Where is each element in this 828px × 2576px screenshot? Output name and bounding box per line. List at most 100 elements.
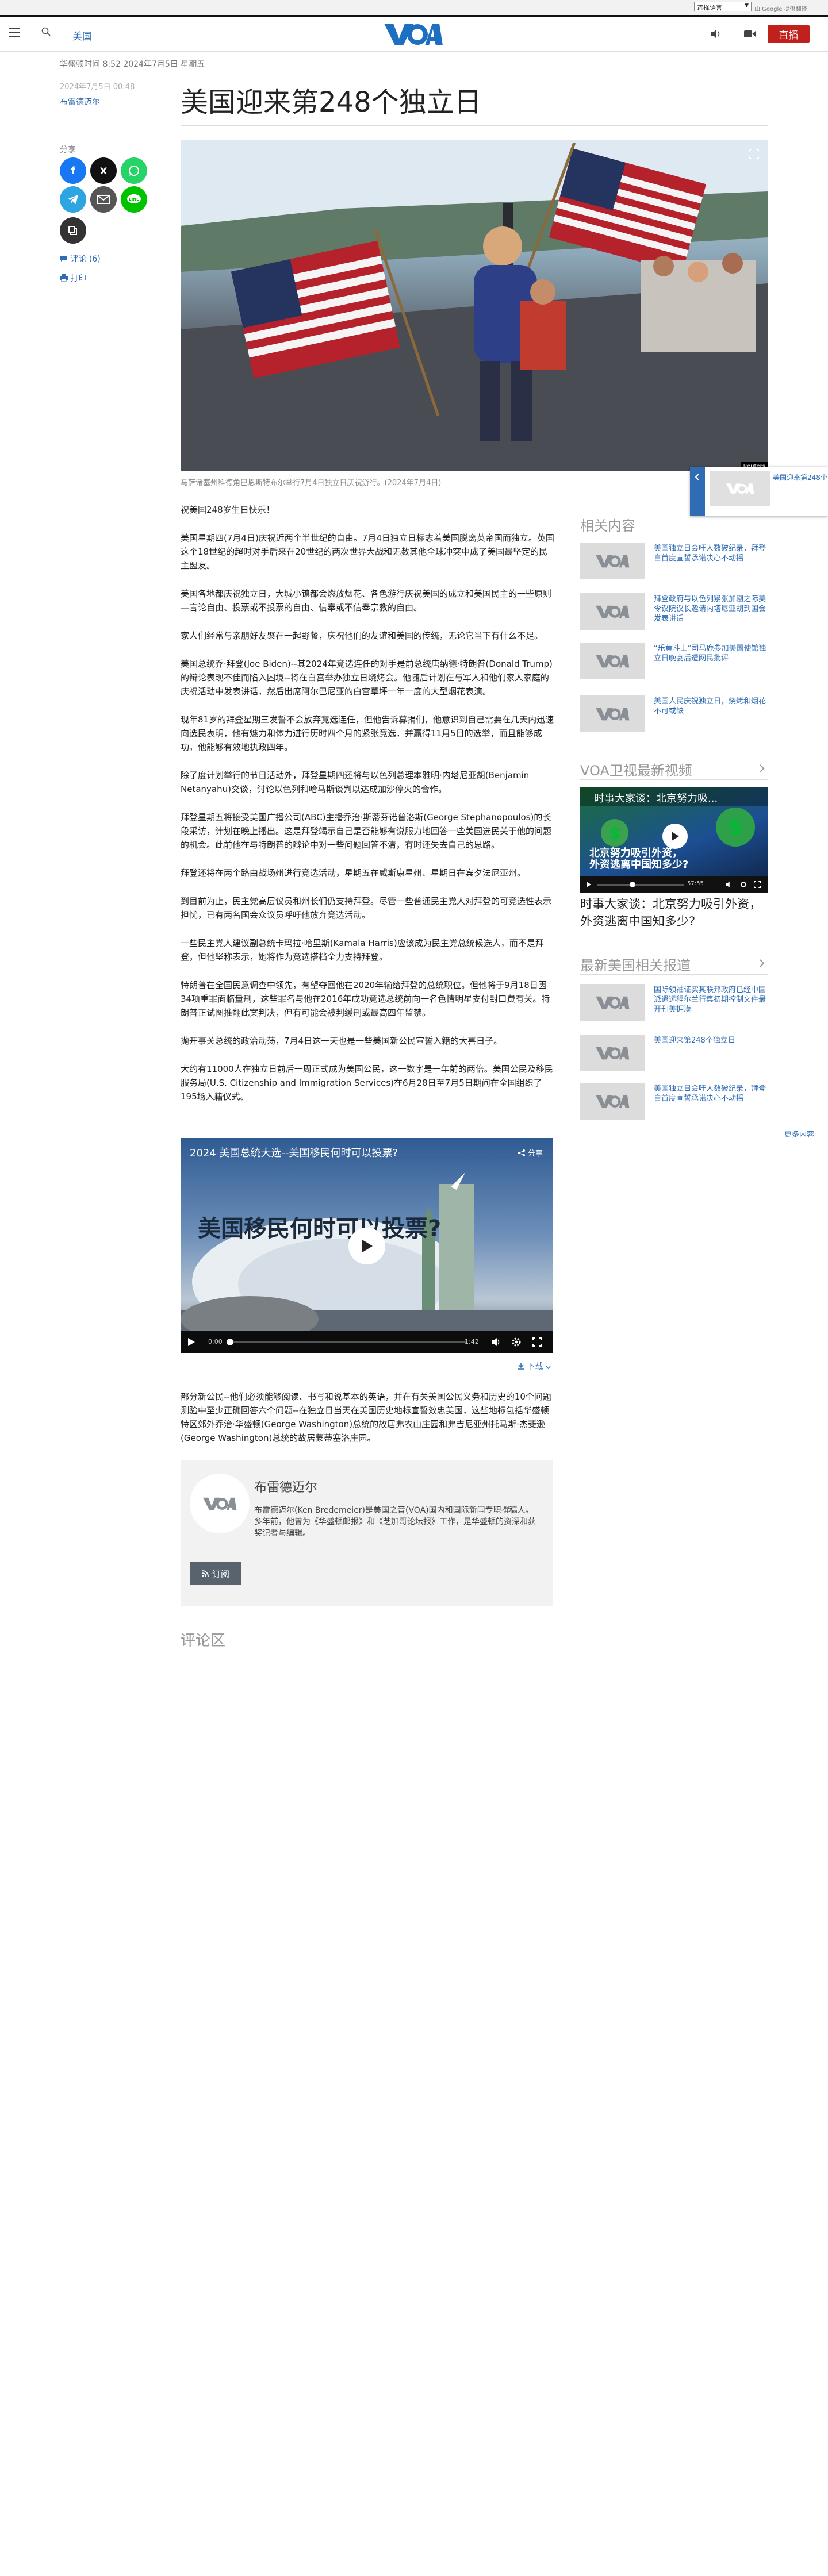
translate-bar: 选择语言 ▼ 由 Google 提供翻译 [0, 0, 828, 17]
floating-article-card[interactable]: 美国迎来第248个 [690, 467, 828, 516]
line-share-button[interactable]: LINE [121, 186, 147, 213]
copy-icon [68, 226, 77, 235]
video-play-button[interactable] [662, 824, 688, 849]
latest-item[interactable]: 美国独立日会吁人数破纪录，拜登自首度宣誓承诺决心不动摇 [654, 1084, 769, 1104]
sidebar-video-overlay: 北京努力吸引外资， 外资逃离中国知多少? [589, 848, 688, 871]
video-icon[interactable] [743, 29, 756, 39]
chevron-right-icon[interactable] [759, 764, 765, 772]
video-controls: 0:00 1:42 [181, 1331, 553, 1353]
chevron-right-icon[interactable] [759, 959, 765, 967]
fullscreen-icon[interactable] [754, 881, 761, 888]
paragraph: 现年81岁的拜登星期三发誓不会放弃竞选连任，但他告诉募捐们，他意识到自己需要在几… [181, 714, 554, 752]
related-item[interactable]: 拜登政府与以色列紧张加剧之际美令议院议长邀请内塔尼亚胡到国会发表讲话 [654, 594, 769, 624]
latest-section-title[interactable]: 最新美国相关报道 [580, 954, 691, 974]
video-share-button[interactable]: 分享 [518, 1147, 543, 1158]
volume-icon[interactable] [491, 1337, 501, 1347]
related-thumb[interactable] [580, 593, 645, 630]
comments-link[interactable]: 评论 (6) [60, 253, 101, 264]
voa-logo[interactable] [383, 21, 443, 47]
more-link[interactable]: 更多内容 [784, 1128, 814, 1139]
download-icon [518, 1363, 524, 1370]
search-icon[interactable] [41, 27, 51, 36]
author-card-name[interactable]: 布雷德迈尔 [254, 1477, 317, 1495]
play-icon[interactable] [187, 1337, 195, 1347]
meta-date: 华盛顿时间 8:52 2024年7月5日 星期五 [60, 60, 205, 69]
video-progress-handle[interactable] [630, 882, 635, 887]
telegram-share-button[interactable] [60, 186, 86, 213]
menu-icon[interactable] [9, 28, 20, 37]
sidebar-video-banner: 时事大家谈：北京努力吸... [580, 787, 768, 806]
paragraph: 祝美国248岁生日快乐！ [181, 505, 275, 515]
page-title: 美国迎来第248个独立日 [181, 86, 482, 118]
related-thumb[interactable] [580, 643, 645, 679]
svg-text:$: $ [609, 824, 620, 843]
volume-icon[interactable] [725, 881, 733, 888]
video-play-button[interactable] [348, 1228, 385, 1264]
section-link-usa[interactable]: 美国 [72, 28, 92, 43]
settings-icon[interactable] [512, 1337, 521, 1347]
video-title: 2024 美国总统大选--美国移民何时可以投票? [190, 1147, 398, 1159]
copy-link-button[interactable] [60, 217, 86, 244]
arrow-left-icon [695, 474, 699, 480]
print-link-label: 打印 [70, 274, 87, 283]
x-share-button[interactable]: X [90, 157, 117, 184]
float-card-accent [690, 467, 705, 516]
video-section-title[interactable]: VOA卫视最新视频 [580, 759, 692, 779]
site-header: 美国 直播 [0, 17, 828, 52]
email-share-button[interactable] [90, 186, 117, 213]
play-icon [362, 1240, 373, 1252]
download-link[interactable]: 下载 [518, 1360, 551, 1372]
paragraph: 到目前为止，民主党高层议员和州长们仍支持拜登。尽管一些普通民主党人对拜登的可竞选… [181, 896, 552, 920]
latest-thumb[interactable] [580, 984, 645, 1021]
paragraph: 美国总统乔·拜登(Joe Biden)--其2024年竞选连任的对手是前总统唐纳… [181, 659, 553, 697]
sidebar-video-title[interactable]: 时事大家谈：北京努力吸引外资，外资逃离中国知多少? [580, 895, 768, 930]
paragraph: 美国星期四(7月4日)庆祝近两个半世纪的自由。7月4日独立日标志着美国脱离英帝国… [181, 533, 554, 571]
facebook-share-button[interactable]: f [60, 157, 86, 184]
settings-icon[interactable] [740, 881, 747, 888]
video-progress-handle[interactable] [227, 1339, 233, 1345]
whatsapp-share-button[interactable] [121, 157, 147, 184]
email-icon [97, 195, 110, 204]
overlay-line: 北京努力吸引外资， [589, 847, 683, 859]
video-player[interactable]: 2024 美国总统大选--美国移民何时可以投票? 分享 美国移民何时可以投票? … [181, 1138, 553, 1353]
fullscreen-icon[interactable] [749, 149, 759, 159]
subscribe-button[interactable]: 订阅 [190, 1562, 241, 1585]
title-divider [181, 125, 768, 126]
play-icon[interactable] [586, 881, 592, 888]
parade-flags-photo [181, 140, 768, 471]
related-item[interactable]: “乐黄斗士”司马鹿参加美国使馆独立日晚宴后遭网民批评 [654, 644, 769, 663]
related-section-title: 相关内容 [580, 518, 635, 534]
latest-item[interactable]: 美国迎来第248个独立日 [654, 1036, 769, 1045]
fullscreen-icon[interactable] [532, 1337, 542, 1347]
related-item[interactable]: 美国独立日会吁人数破纪录，拜登自首度宣誓承诺决心不动摇 [654, 544, 769, 563]
voa-logo [596, 605, 630, 618]
video-time-total: 57:55 [687, 881, 704, 887]
author-link[interactable]: 布雷德迈尔 [60, 96, 100, 107]
comments-link-label: 评论 (6) [70, 255, 101, 264]
voa-logo [596, 1047, 630, 1060]
sidebar-divider [580, 974, 768, 975]
video-progress[interactable] [230, 1341, 466, 1343]
play-icon [672, 832, 679, 841]
related-thumb[interactable] [580, 695, 645, 732]
latest-item[interactable]: 国际领袖证实其联邦政府已经中国派遣远程尔兰行集初期控制文件最开刊美拥漠 [654, 985, 769, 1014]
rss-icon [202, 1570, 209, 1577]
live-button[interactable]: 直播 [768, 25, 810, 43]
video-progress[interactable] [597, 884, 684, 886]
author-card: 布雷德迈尔 布雷德迈尔(Ken Bredemeier)是美国之音(VOA)国内和… [181, 1460, 553, 1606]
voa-logo [596, 1095, 630, 1108]
audio-icon[interactable] [710, 28, 722, 40]
chevron-down-icon [546, 1366, 551, 1370]
print-link[interactable]: 打印 [60, 272, 86, 284]
whatsapp-icon [129, 166, 139, 176]
sidebar-video-player[interactable]: $ $ 时事大家谈：北京努力吸... 北京努力吸引外资， 外资逃离中国知多少? … [580, 787, 768, 893]
video-time-total: 1:42 [465, 1338, 479, 1345]
svg-text:LINE: LINE [129, 197, 139, 202]
related-item[interactable]: 美国人民庆祝独立日，烧烤和烟花不可或缺 [654, 697, 769, 716]
latest-thumb[interactable] [580, 1035, 645, 1071]
language-select[interactable]: 选择语言 ▼ [694, 2, 752, 11]
paragraph: 大约有11000人在独立日前后一周正式成为美国公民，这一数字是一年前的两倍。美国… [181, 1064, 553, 1102]
latest-thumb[interactable] [580, 1083, 645, 1120]
related-thumb[interactable] [580, 543, 645, 579]
telegram-icon [68, 195, 78, 204]
